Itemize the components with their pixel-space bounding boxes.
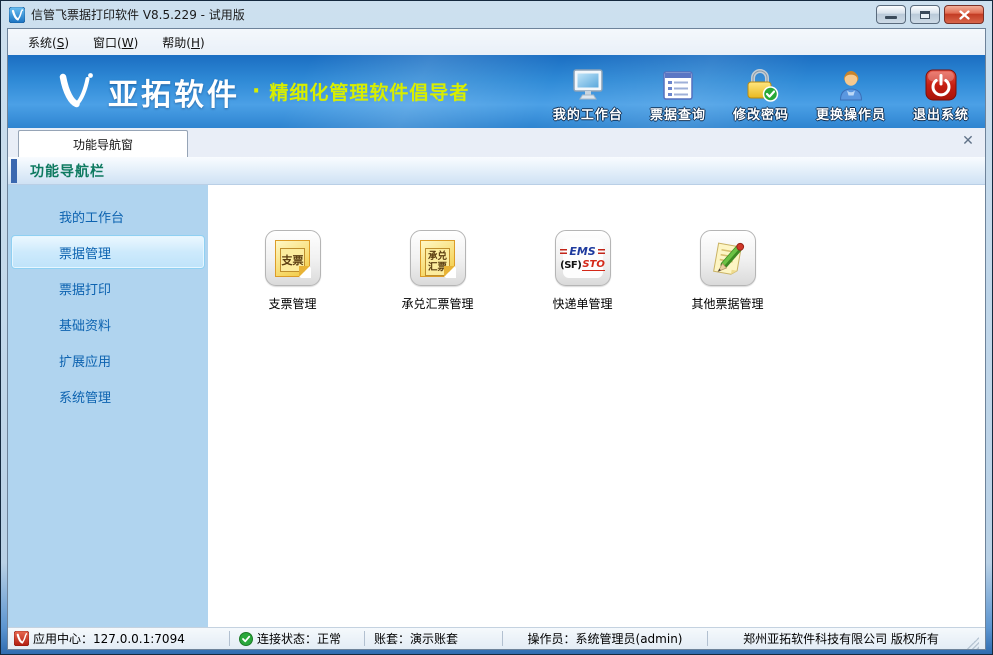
sidebar: 我的工作台 票据管理 票据打印 基础资料 扩展应用 系统管理 [8,185,208,627]
app-center-logo-icon [14,631,29,646]
app-acceptance-bill-management[interactable]: 承兑汇票 承兑汇票管理 [365,230,510,312]
status-copyright: 郑州亚拓软件科技有限公司 版权所有 [717,630,965,647]
toolbar-my-workbench[interactable]: 我的工作台 [553,66,623,123]
statusbar: 应用中心：127.0.0.1:7094 连接状态：正常 账套：演示账套 操作员：… [8,627,985,649]
window-title: 信管飞票据打印软件 V8.5.229 - 试用版 [31,6,245,23]
monitor-icon [570,66,606,102]
close-icon [959,10,970,20]
menu-window[interactable]: 窗口(W) [81,30,150,55]
acceptance-note-icon: 承兑汇票 [420,240,455,277]
close-button[interactable] [944,5,984,24]
restore-icon [920,11,930,19]
sidebar-item-basic-data[interactable]: 基础资料 [11,307,205,341]
app-check-management[interactable]: 支票 支票管理 [220,230,365,312]
menu-system[interactable]: 系统(S) [16,30,81,55]
app-other-bill-management[interactable]: 其他票据管理 [655,230,800,312]
minimize-icon [885,16,897,19]
lock-check-icon [743,66,779,102]
pencil-note-icon [707,237,749,279]
brand-block: 亚拓软件 · 精细化管理软件倡导者 [52,69,469,115]
window-controls [876,5,984,24]
accent-bar [11,159,17,183]
document-list-icon [661,66,695,102]
body: 我的工作台 票据管理 票据打印 基础资料 扩展应用 系统管理 支票 支票管理 [8,185,985,627]
status-account-set: 账套：演示账套 [374,630,458,647]
user-icon [834,66,868,102]
top-toolbar: 我的工作台 票据查询 [553,66,969,123]
status-connection: 连接状态：正常 [239,630,355,647]
app-express-order-management[interactable]: EMS (SF)STO 快递单管理 [510,230,655,312]
section-title: 功能导航栏 [30,161,105,181]
menu-help[interactable]: 帮助(H) [150,30,216,55]
tabstrip: 功能导航窗 ✕ [8,128,985,157]
toolbar-exit-system[interactable]: 退出系统 [913,66,969,123]
express-logos-icon: EMS (SF)STO [563,238,603,278]
status-operator: 操作员：系统管理员(admin) [512,630,698,647]
brand-separator: · [252,79,260,104]
toolbar-change-operator[interactable]: 更换操作员 [816,66,886,123]
window-content: 系统(S) 窗口(W) 帮助(H) 亚拓软件 · 精细化管理软件倡导者 [7,28,986,650]
app-logo-icon [9,7,25,23]
brand-logo-icon [52,69,98,115]
section-header: 功能导航栏 [8,157,985,185]
toolbar-bill-query[interactable]: 票据查询 [650,66,706,123]
brand-name: 亚拓软件 [108,70,240,114]
tab-function-navigator[interactable]: 功能导航窗 [18,130,188,157]
connection-ok-icon [239,632,253,646]
power-icon [924,66,958,102]
status-app-center: 应用中心：127.0.0.1:7094 [14,630,220,647]
sidebar-item-bill-management[interactable]: 票据管理 [11,235,205,269]
main-panel: 支票 支票管理 承兑汇票 承兑汇票管理 [208,185,985,627]
toolbar-change-password[interactable]: 修改密码 [733,66,789,123]
restore-button[interactable] [910,5,940,24]
tab-close-icon[interactable]: ✕ [960,133,976,149]
sidebar-item-my-workbench[interactable]: 我的工作台 [11,199,205,233]
resize-grip[interactable] [967,637,979,649]
menubar: 系统(S) 窗口(W) 帮助(H) [8,29,985,55]
sidebar-item-bill-printing[interactable]: 票据打印 [11,271,205,305]
brand-banner: 亚拓软件 · 精细化管理软件倡导者 我的工作台 [8,55,985,128]
brand-slogan: 精细化管理软件倡导者 [269,78,469,105]
minimize-button[interactable] [876,5,906,24]
app-window: 信管飞票据打印软件 V8.5.229 - 试用版 系统(S) 窗口(W) 帮助(… [0,0,993,655]
sidebar-item-extended-apps[interactable]: 扩展应用 [11,343,205,377]
sidebar-item-system-management[interactable]: 系统管理 [11,379,205,413]
titlebar: 信管飞票据打印软件 V8.5.229 - 试用版 [1,1,992,28]
check-note-icon: 支票 [275,240,310,277]
